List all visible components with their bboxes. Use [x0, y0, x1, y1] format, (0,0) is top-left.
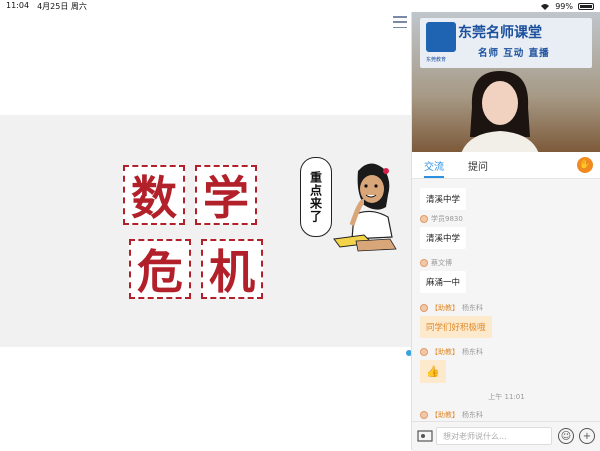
title-char: 机	[201, 239, 263, 299]
message-role: 【助教】	[431, 348, 459, 356]
logo-small-text: 东莞教育	[426, 57, 447, 63]
message-text: 麻涌一中	[420, 271, 467, 293]
message-role: 【助教】	[431, 411, 459, 419]
emoji-icon[interactable]: ☺	[558, 428, 574, 444]
input-bar: 想对老师说什么... ☺ +	[412, 421, 600, 451]
message-role: 【助教】	[431, 304, 459, 312]
tab-questions[interactable]: 提问	[456, 152, 500, 178]
title-char: 危	[129, 239, 191, 299]
slide-title: 数 学 危 机	[115, 165, 275, 305]
speech-bubble: 重点来了	[300, 157, 332, 237]
list-item: 蔡文博 麻涌一中	[420, 258, 467, 293]
message-sender: 学员9830	[431, 215, 463, 223]
battery-icon	[578, 2, 594, 10]
message-sender: 杨东科	[462, 304, 483, 312]
avatar-icon	[420, 304, 428, 312]
logo-subtitle: 名师 互动 直播	[478, 48, 550, 59]
list-item: 学员9830 清溪中学	[420, 214, 467, 249]
slide-area: 数 学 危 机 重点来了	[0, 12, 412, 450]
message-text: 清溪中学	[420, 188, 467, 210]
logo-icon	[426, 22, 456, 52]
message-text: 同学们好积极哦	[420, 316, 492, 338]
title-char: 数	[123, 165, 185, 225]
teacher-video[interactable]: 东莞名师课堂 名师 互动 直播 东莞教育	[412, 12, 600, 152]
slide: 数 学 危 机 重点来了	[0, 115, 411, 347]
battery-percent: 99%	[555, 1, 573, 11]
teacher-person	[461, 71, 539, 152]
right-panel: 东莞名师课堂 名师 互动 直播 东莞教育 交流 提问 ✋ 清溪中学 学员9830…	[411, 12, 600, 451]
list-item: 清溪中学	[420, 185, 467, 210]
logo-board: 东莞名师课堂 名师 互动 直播 东莞教育	[420, 18, 592, 68]
list-item: 【助教】 杨东科 👍	[420, 347, 483, 383]
tab-chat[interactable]: 交流	[412, 152, 456, 178]
message-sender: 杨东科	[462, 348, 483, 356]
menu-icon[interactable]	[393, 16, 407, 28]
message-sender: 杨东科	[462, 411, 483, 419]
list-item: 【助教】 杨东科	[420, 410, 483, 420]
status-bar: 11:04 4月25日 周六 99%	[0, 0, 600, 12]
wifi-icon	[541, 3, 550, 10]
avatar-icon	[420, 215, 428, 223]
message-list: 清溪中学 学员9830 清溪中学 蔡文博 麻涌一中 【助教】 杨东科 同学们好积极…	[412, 179, 600, 421]
add-icon[interactable]: +	[579, 428, 595, 444]
avatar-icon	[420, 259, 428, 267]
avatar-icon	[420, 411, 428, 419]
status-date: 4月25日 周六	[37, 1, 87, 11]
chat-input[interactable]: 想对老师说什么...	[436, 427, 552, 445]
raise-hand-icon[interactable]: ✋	[577, 157, 593, 173]
time-divider: 上午 11:01	[488, 393, 525, 401]
status-time: 11:04	[6, 0, 30, 10]
list-item: 【助教】 杨东科 同学们好积极哦	[420, 303, 492, 338]
logo-title: 东莞名师课堂	[458, 25, 542, 41]
thumbs-up-icon: 👍	[420, 360, 446, 383]
message-text: 清溪中学	[420, 227, 467, 249]
avatar-icon	[420, 348, 428, 356]
chat-tabs: 交流 提问 ✋	[412, 152, 600, 179]
title-char: 学	[195, 165, 257, 225]
teacher-icon[interactable]	[417, 428, 433, 444]
message-sender: 蔡文博	[431, 259, 452, 267]
